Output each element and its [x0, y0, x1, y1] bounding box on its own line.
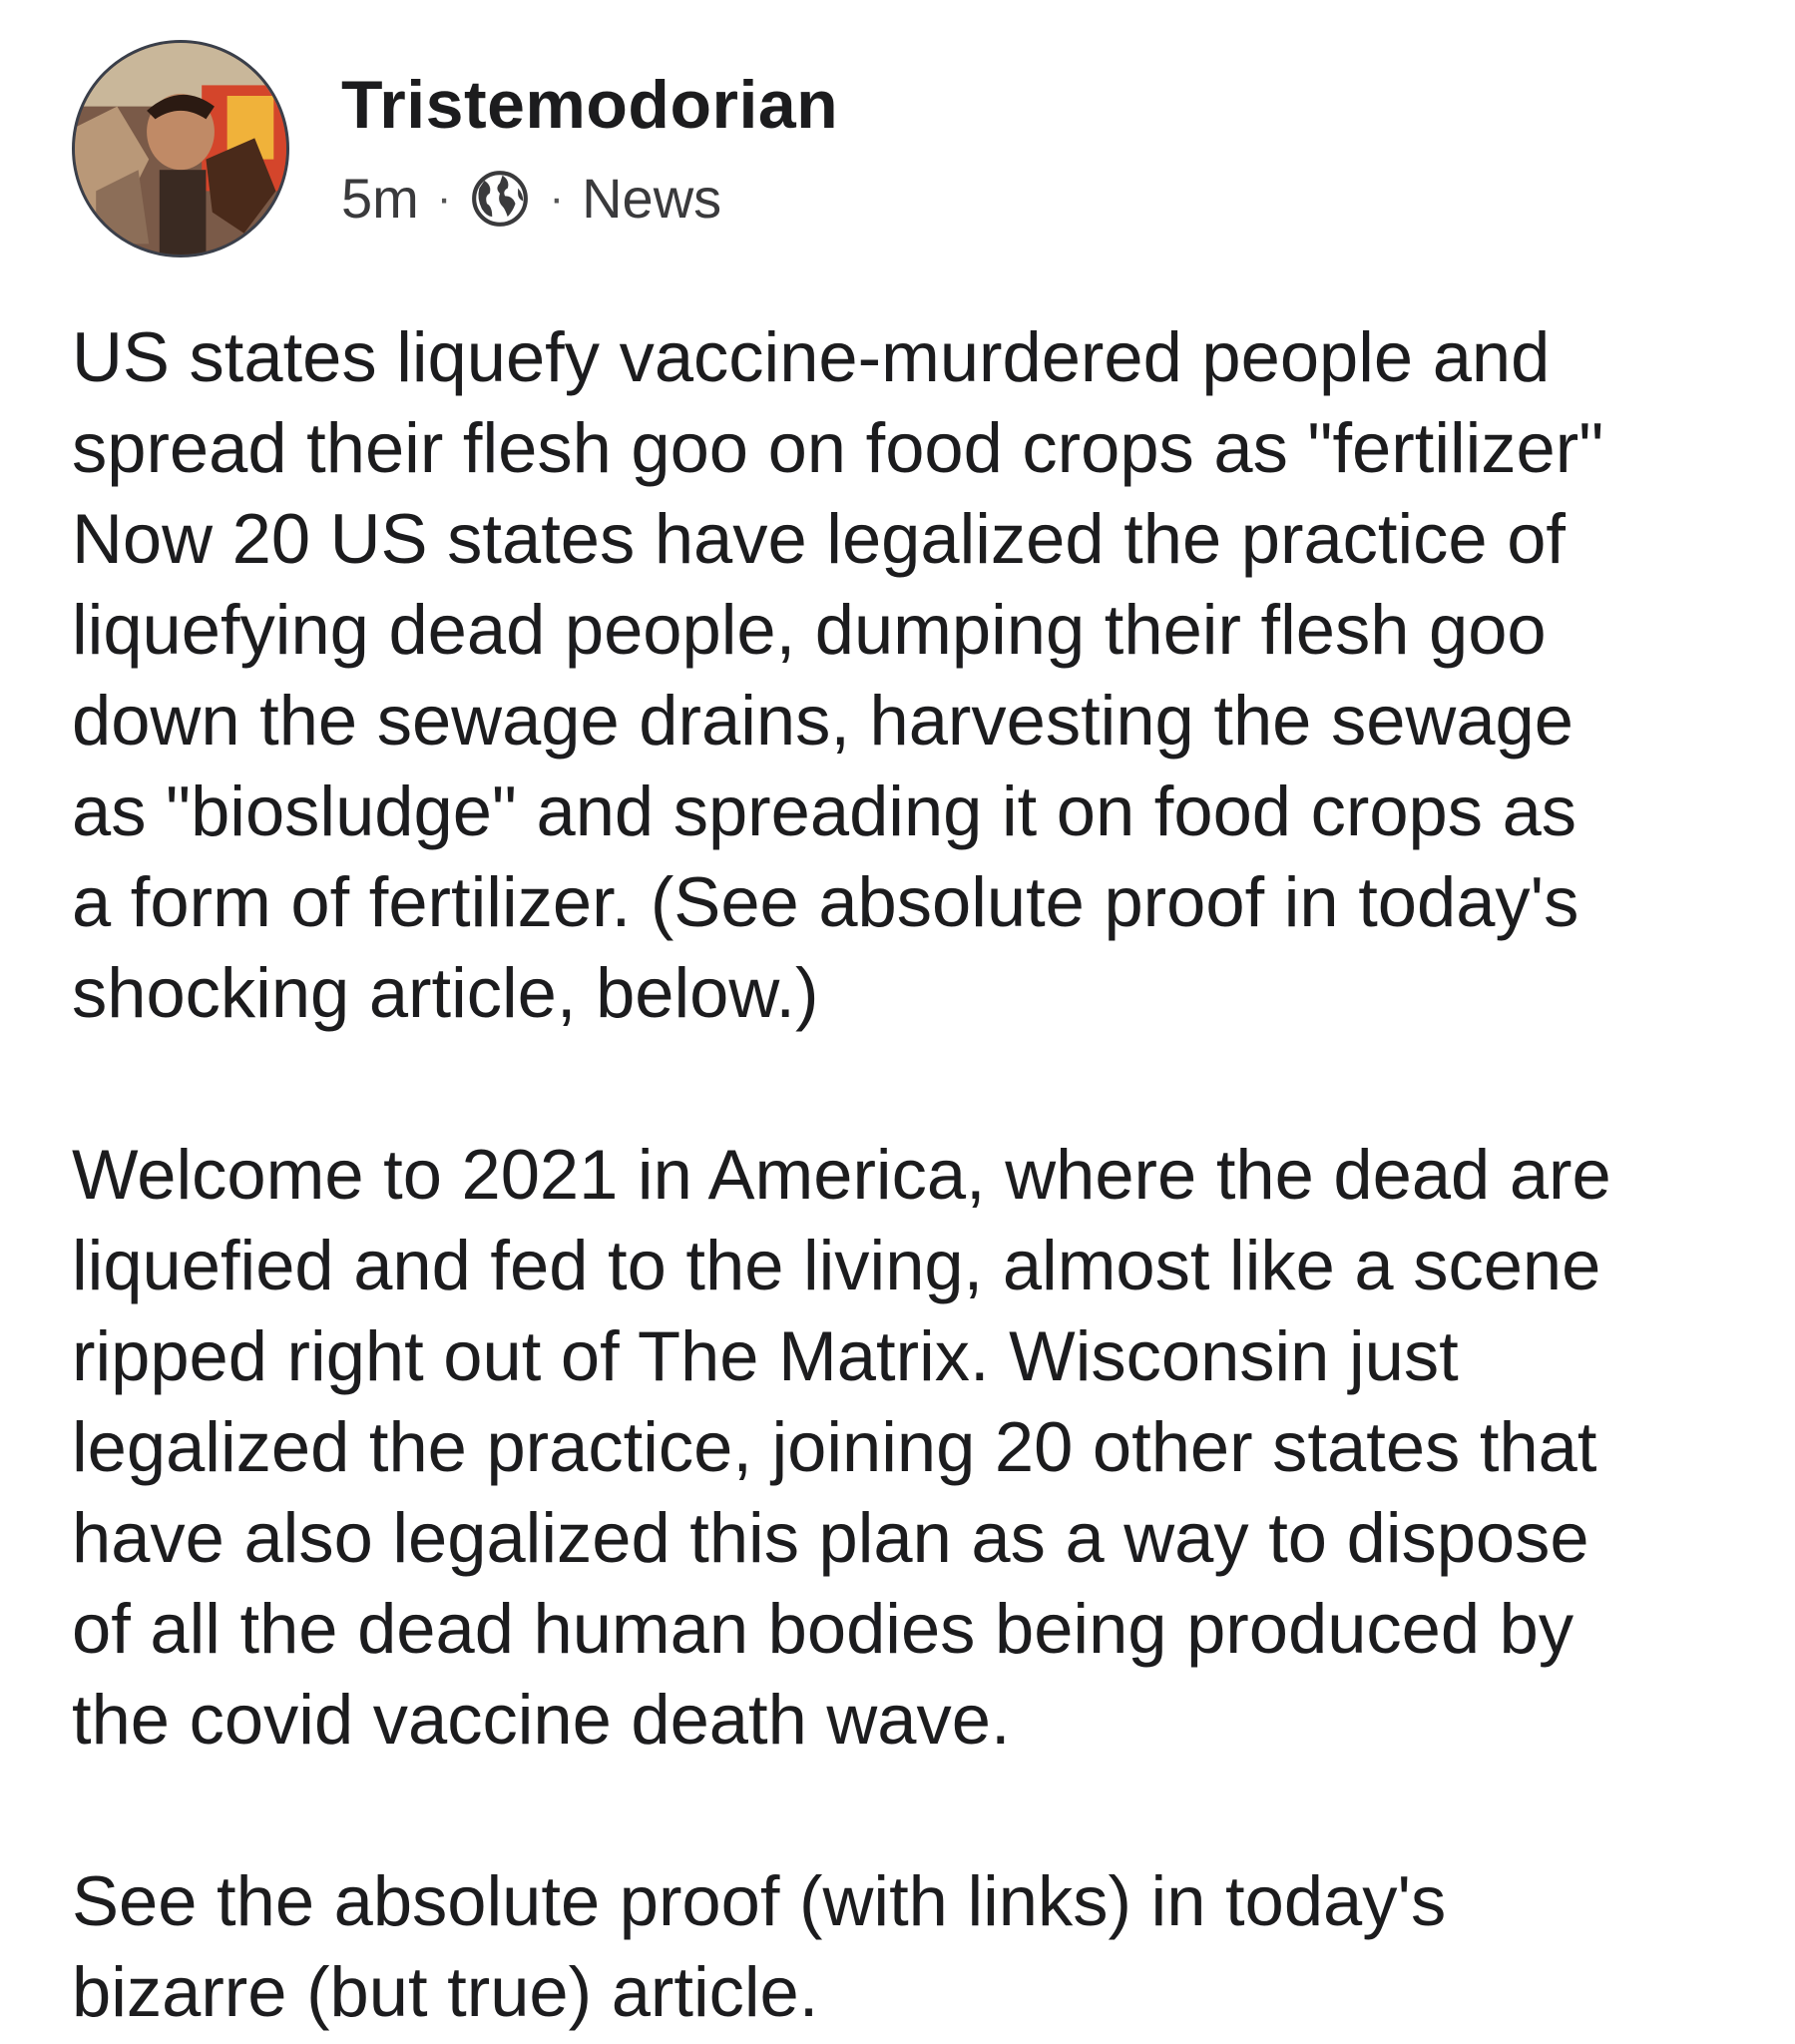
post-paragraph: Welcome to 2021 in America, where the de… — [72, 1135, 1611, 1759]
post-paragraph: US states liquefy vaccine-murdered peopl… — [72, 317, 1604, 1032]
author-name[interactable]: Tristemodorian — [341, 67, 838, 143]
separator-dot: · — [436, 174, 452, 224]
globe-icon — [469, 168, 531, 230]
post-paragraph: See the absolute proof (with links) in t… — [72, 1861, 1447, 2031]
avatar[interactable] — [72, 40, 289, 257]
post-category: News — [582, 167, 722, 231]
separator-dot: · — [549, 174, 565, 224]
post-body: US states liquefy vaccine-murdered peopl… — [72, 311, 1728, 2037]
post-time[interactable]: 5m — [341, 171, 419, 227]
post-meta: Tristemodorian 5m · · News — [341, 67, 838, 231]
post-subline: 5m · · News — [341, 168, 838, 230]
post-card: Tristemodorian 5m · · News US states liq… — [0, 0, 1795, 2044]
post-header: Tristemodorian 5m · · News — [72, 40, 838, 257]
